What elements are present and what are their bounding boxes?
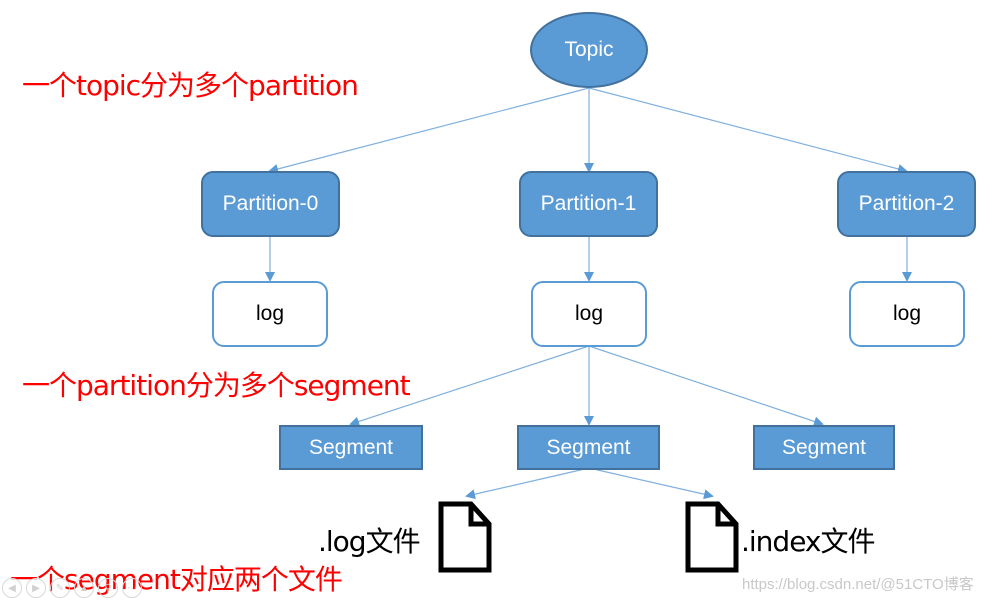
partition-0-node: Partition-0 — [201, 171, 340, 237]
partition-2-node: Partition-2 — [837, 171, 976, 237]
log-file-icon — [438, 501, 492, 573]
pointer-icon[interactable]: ▲ — [74, 578, 94, 598]
topic-node: Topic — [530, 12, 648, 88]
partition-0-label: Partition-0 — [222, 192, 319, 215]
segment-1-node: Segment — [517, 425, 660, 470]
partition-1-log-label: log — [574, 302, 604, 325]
segment-1-label: Segment — [546, 435, 631, 459]
partition-0-log-label: log — [255, 302, 285, 325]
segment-2-node: Segment — [753, 425, 895, 470]
prev-icon[interactable]: ◀ — [2, 578, 22, 598]
partition-2-label: Partition-2 — [858, 192, 955, 215]
annotation-topic-partitions: 一个topic分为多个partition — [22, 69, 359, 102]
topic-label: Topic — [564, 38, 614, 61]
zoom-icon[interactable]: ⚲ — [98, 578, 118, 598]
log-file-label: .log文件 — [318, 525, 421, 558]
more-icon[interactable]: ⋯ — [122, 578, 142, 598]
partition-1-log-node: log — [531, 281, 647, 347]
diagram-canvas: Topic Partition-0 Partition-1 Partition-… — [0, 0, 994, 600]
partition-2-log-label: log — [892, 302, 922, 325]
next-icon[interactable]: ▶ — [26, 578, 46, 598]
partition-1-label: Partition-1 — [540, 192, 637, 215]
segment-0-label: Segment — [308, 435, 394, 459]
watermark: https://blog.csdn.net/@51CTO博客 — [742, 576, 974, 593]
edge-log-segment-2 — [588, 345, 824, 427]
partition-1-node: Partition-1 — [519, 171, 658, 237]
edge-topic-partition-2 — [588, 87, 908, 174]
edge-segment-logfile — [465, 467, 590, 500]
slide-player-controls: ◀ ▶ ✎ ▲ ⚲ ⋯ — [2, 578, 142, 598]
pen-icon[interactable]: ✎ — [50, 578, 70, 598]
partition-2-log-node: log — [849, 281, 965, 347]
edge-segment-indexfile — [588, 467, 714, 500]
annotation-partition-segments: 一个partition分为多个segment — [22, 369, 411, 402]
segment-2-label: Segment — [781, 435, 867, 459]
segment-0-node: Segment — [279, 425, 423, 470]
index-file-label: .index文件 — [741, 525, 876, 558]
partition-0-log-node: log — [212, 281, 328, 347]
index-file-icon — [685, 501, 739, 573]
